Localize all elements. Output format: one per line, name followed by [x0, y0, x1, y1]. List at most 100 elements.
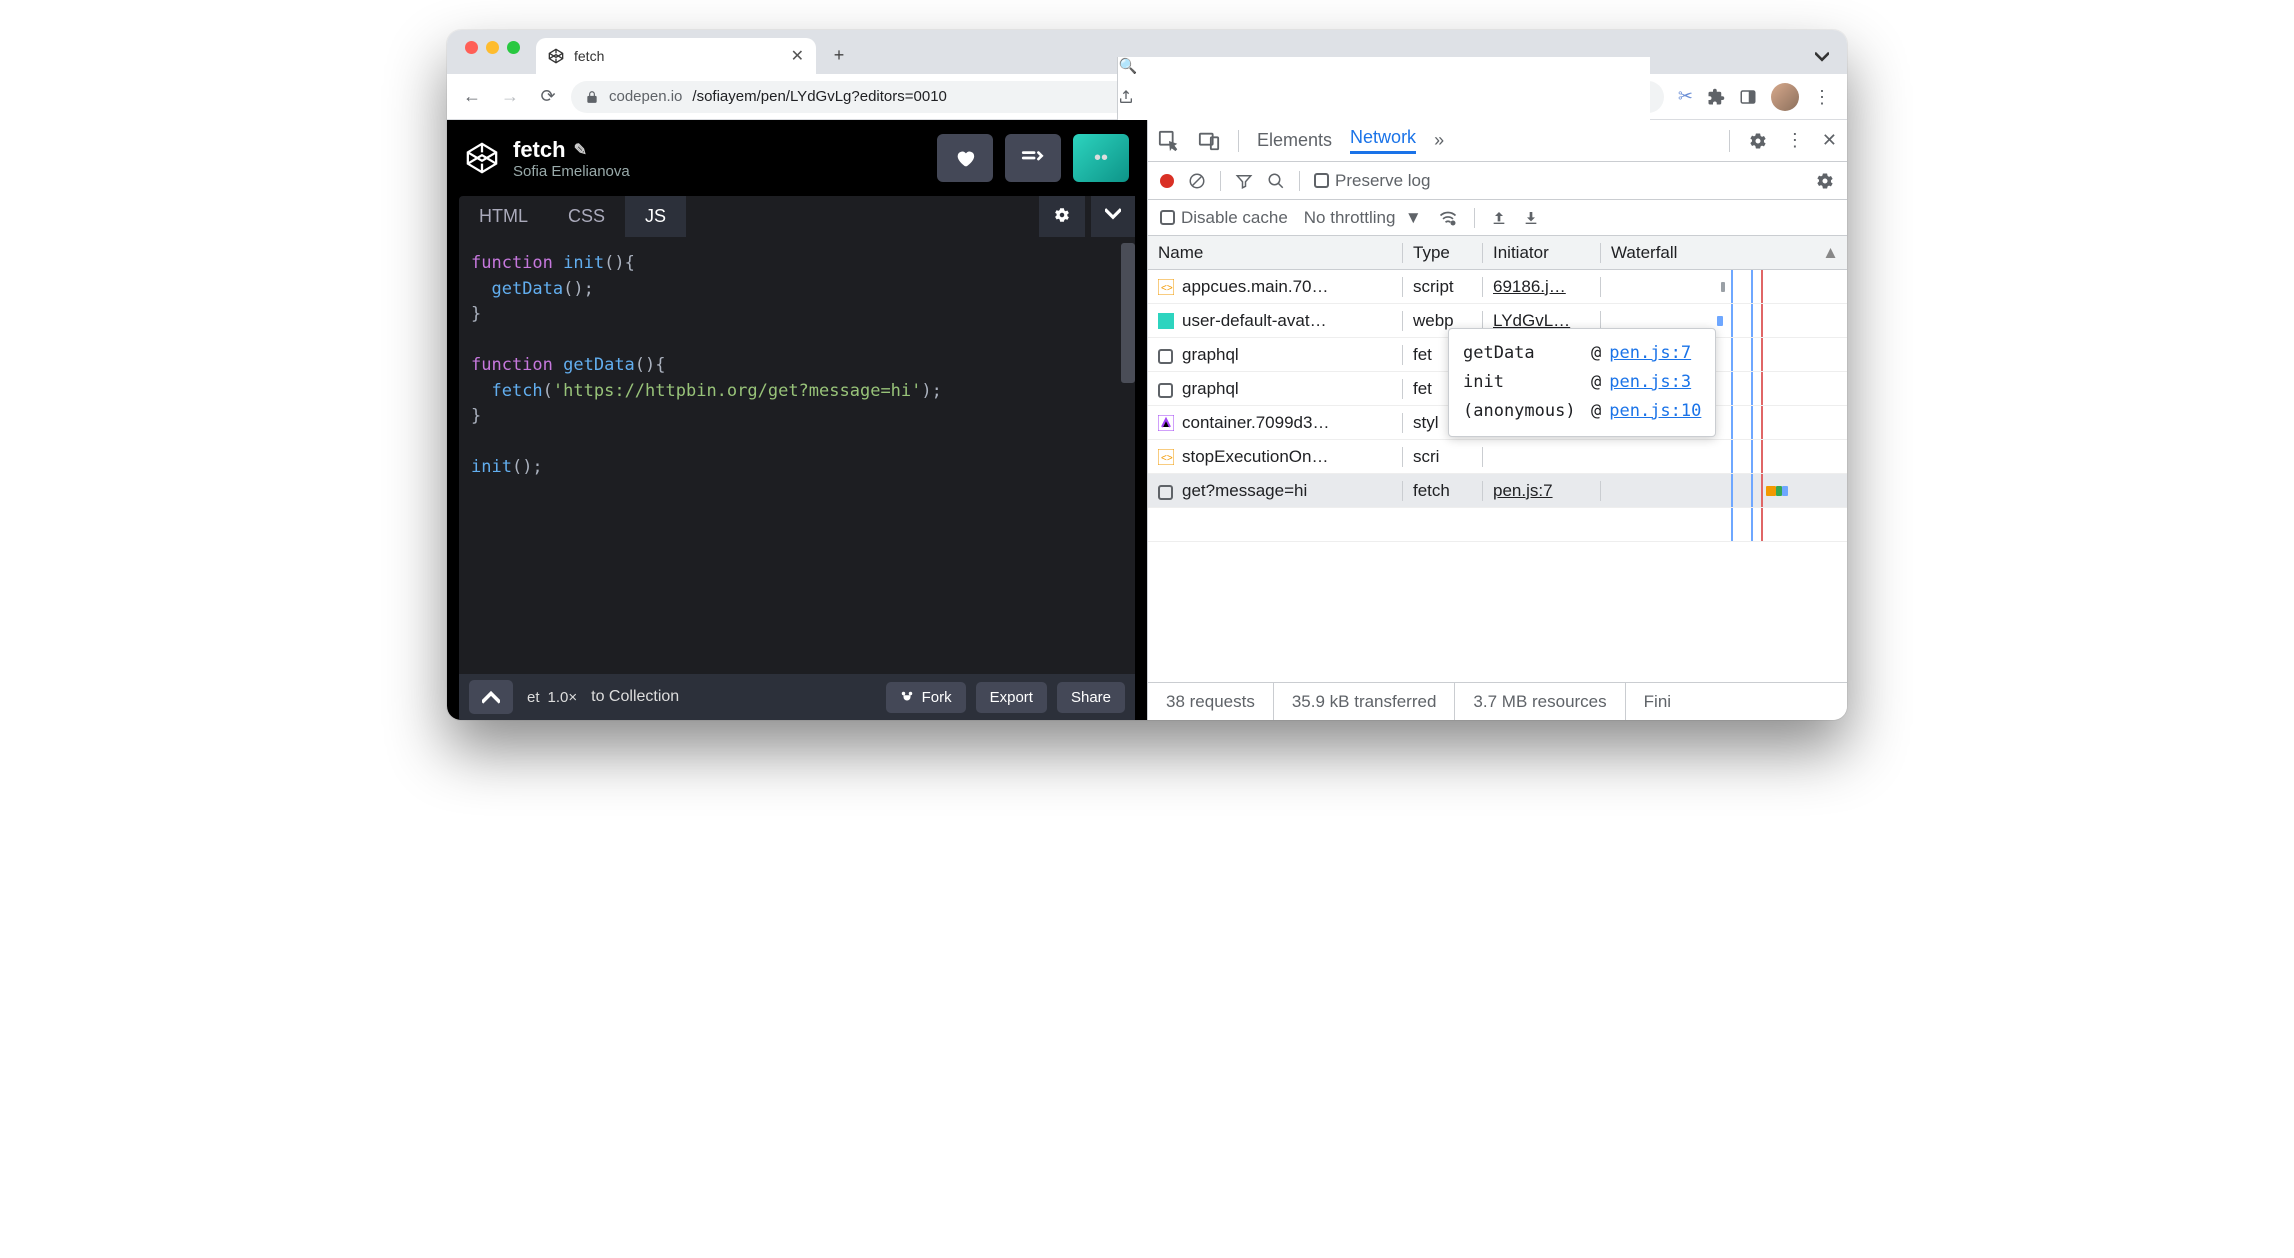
- browser-menu-icon[interactable]: ⋮: [1813, 88, 1831, 106]
- side-panel-icon[interactable]: [1739, 88, 1757, 106]
- tooltip-link[interactable]: pen.js:7: [1609, 339, 1691, 368]
- throttling-select[interactable]: No throttling ▼: [1304, 208, 1422, 228]
- scissors-extension-icon[interactable]: ✂: [1678, 86, 1693, 107]
- row-waterfall: [1601, 440, 1847, 473]
- editor-settings-icon[interactable]: [1039, 196, 1085, 237]
- pen-title: fetch: [513, 137, 566, 163]
- row-name: graphql: [1182, 379, 1239, 399]
- devtools-panel: Elements Network » ⋮ ✕: [1147, 120, 1847, 720]
- svg-text:<>: <>: [1161, 453, 1173, 464]
- fork-button[interactable]: Fork: [886, 682, 966, 713]
- network-toolbar-2: Disable cache No throttling ▼: [1148, 200, 1847, 236]
- share-button[interactable]: Share: [1057, 682, 1125, 713]
- file-type-icon: <>: [1158, 279, 1174, 295]
- heart-button[interactable]: [937, 134, 993, 182]
- codepen-footer: et 1.0× to Collection Fork Export Share: [459, 674, 1135, 720]
- col-waterfall[interactable]: Waterfall▲: [1601, 243, 1847, 263]
- device-toggle-icon[interactable]: [1198, 130, 1220, 152]
- filter-icon[interactable]: [1235, 172, 1253, 190]
- file-type-icon: [1158, 381, 1174, 397]
- editor-dropdown-icon[interactable]: [1091, 196, 1135, 237]
- col-initiator[interactable]: Initiator: [1483, 243, 1601, 263]
- devtools-close-icon[interactable]: ✕: [1822, 130, 1837, 151]
- upload-har-icon[interactable]: [1491, 210, 1507, 226]
- download-har-icon[interactable]: [1523, 210, 1539, 226]
- more-tabs-icon[interactable]: »: [1434, 130, 1444, 151]
- table-header-row: Name Type Initiator Waterfall▲: [1148, 236, 1847, 270]
- export-button[interactable]: Export: [976, 682, 1047, 713]
- new-tab-button[interactable]: +: [824, 40, 854, 70]
- network-table: Name Type Initiator Waterfall▲ <>appcues…: [1148, 236, 1847, 682]
- record-button[interactable]: [1160, 174, 1174, 188]
- minimize-window-icon[interactable]: [486, 41, 499, 54]
- codepen-logo-icon: [465, 141, 499, 175]
- devtools-menu-icon[interactable]: ⋮: [1786, 130, 1804, 151]
- status-finish: Fini: [1626, 683, 1689, 720]
- back-button[interactable]: ←: [457, 86, 487, 107]
- tooltip-link[interactable]: pen.js:10: [1609, 397, 1701, 426]
- row-name: stopExecutionOn…: [1182, 447, 1328, 467]
- tab-network[interactable]: Network: [1350, 127, 1416, 154]
- row-type: scri: [1403, 447, 1483, 467]
- table-row[interactable]: get?message=hi fetch pen.js:7: [1148, 474, 1847, 508]
- forward-button[interactable]: →: [495, 86, 525, 107]
- share-page-icon[interactable]: [1118, 89, 1649, 105]
- status-transferred: 35.9 kB transferred: [1274, 683, 1456, 720]
- disable-cache-checkbox[interactable]: Disable cache: [1160, 208, 1288, 228]
- edit-title-icon[interactable]: ✎: [574, 140, 587, 160]
- tab-js[interactable]: JS: [625, 196, 686, 237]
- svg-text:<>: <>: [1161, 283, 1173, 294]
- status-resources: 3.7 MB resources: [1455, 683, 1625, 720]
- file-type-icon: [1158, 347, 1174, 363]
- url-field[interactable]: codepen.io/sofiayem/pen/LYdGvLg?editors=…: [571, 81, 1664, 113]
- codepen-panel: fetch ✎ Sofia Emelianova •• HTML: [447, 120, 1147, 720]
- tooltip-link[interactable]: pen.js:3: [1609, 368, 1691, 397]
- row-name: get?message=hi: [1182, 481, 1307, 501]
- network-toolbar: Preserve log: [1148, 162, 1847, 200]
- tabs-dropdown-icon[interactable]: [1815, 50, 1829, 64]
- clear-button[interactable]: [1188, 172, 1206, 190]
- row-waterfall: [1601, 270, 1847, 303]
- network-conditions-icon[interactable]: [1438, 208, 1458, 228]
- maximize-window-icon[interactable]: [507, 41, 520, 54]
- zoom-icon[interactable]: 🔍: [1118, 57, 1649, 75]
- footer-expand-icon[interactable]: [469, 680, 513, 714]
- window-controls: [459, 41, 526, 64]
- row-name: user-default-avat…: [1182, 311, 1327, 331]
- pen-author: Sofia Emelianova: [513, 163, 630, 180]
- tab-css[interactable]: CSS: [548, 196, 625, 237]
- editor-scrollbar[interactable]: [1121, 243, 1135, 383]
- toolbar-right: ✂ ⋮: [1672, 83, 1837, 111]
- initiator-tooltip: getData@ pen.js:7 init@ pen.js:3 (anonym…: [1448, 328, 1716, 437]
- col-type[interactable]: Type: [1403, 243, 1483, 263]
- tab-elements[interactable]: Elements: [1257, 130, 1332, 151]
- close-window-icon[interactable]: [465, 41, 478, 54]
- row-initiator[interactable]: pen.js:7: [1483, 481, 1601, 501]
- reload-button[interactable]: ⟳: [533, 86, 563, 107]
- tab-html[interactable]: HTML: [459, 196, 548, 237]
- to-collection-button[interactable]: to Collection: [591, 688, 679, 706]
- layout-button[interactable]: [1005, 134, 1061, 182]
- url-path: /sofiayem/pen/LYdGvLg?editors=0010: [692, 88, 946, 105]
- row-type: fetch: [1403, 481, 1483, 501]
- table-row[interactable]: <>appcues.main.70… script 69186.j…: [1148, 270, 1847, 304]
- extensions-icon[interactable]: [1707, 88, 1725, 106]
- table-row[interactable]: <> stopExecutionOn… scri: [1148, 440, 1847, 474]
- close-tab-icon[interactable]: ✕: [791, 46, 804, 66]
- profile-avatar[interactable]: [1771, 83, 1799, 111]
- file-type-icon: <>: [1158, 449, 1174, 465]
- search-icon[interactable]: [1267, 172, 1285, 190]
- network-settings-icon[interactable]: [1815, 171, 1835, 191]
- code-editor[interactable]: function init(){ getData(); } function g…: [459, 237, 1135, 674]
- row-initiator[interactable]: 69186.j…: [1483, 277, 1601, 297]
- col-name[interactable]: Name: [1148, 243, 1403, 263]
- browser-tab[interactable]: fetch ✕: [536, 38, 816, 74]
- codepen-header: fetch ✎ Sofia Emelianova ••: [447, 120, 1147, 196]
- file-type-icon: [1158, 415, 1174, 431]
- row-waterfall: [1601, 474, 1847, 507]
- user-avatar-button[interactable]: ••: [1073, 134, 1129, 182]
- devtools-settings-icon[interactable]: [1748, 131, 1768, 151]
- inspect-element-icon[interactable]: [1158, 130, 1180, 152]
- codepen-favicon-icon: [548, 48, 564, 64]
- preserve-log-checkbox[interactable]: Preserve log: [1314, 171, 1430, 191]
